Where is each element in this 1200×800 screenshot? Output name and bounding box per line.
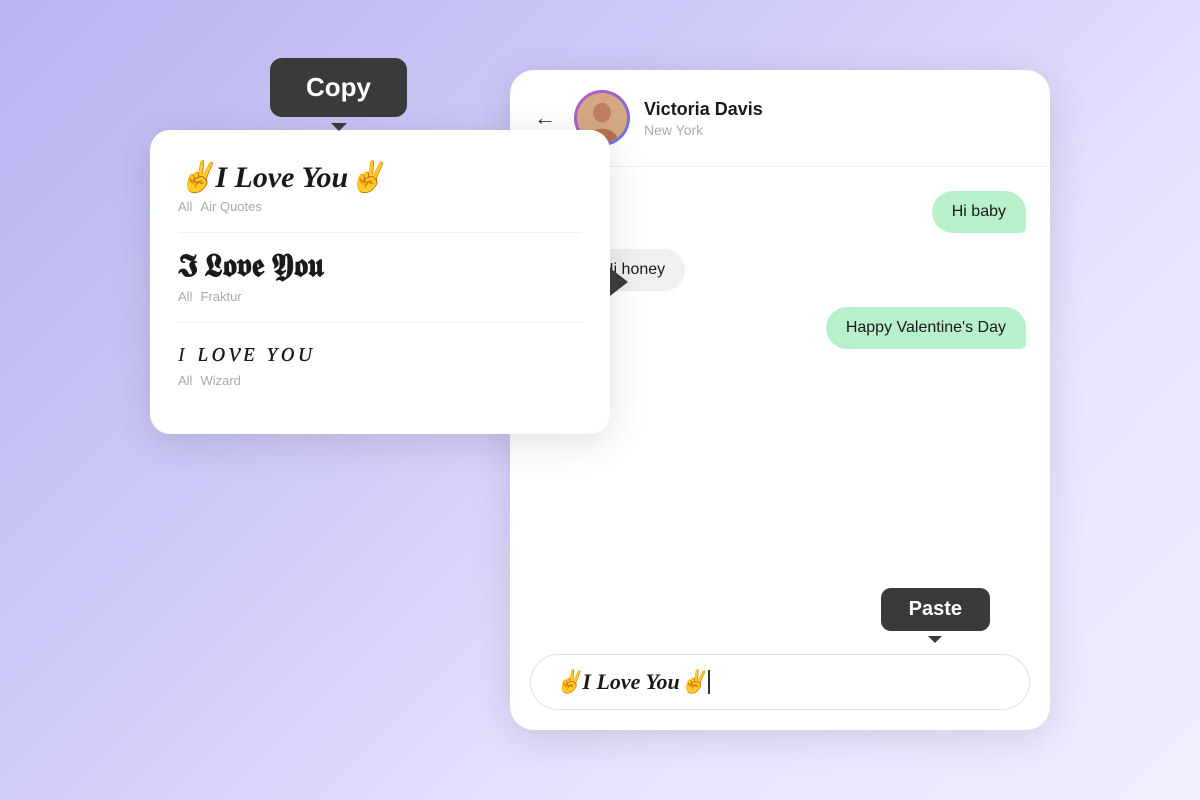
chat-input[interactable]: ✌️I Love You✌️ xyxy=(530,654,1030,710)
contact-location: New York xyxy=(644,122,1026,138)
tag-fraktur: Fraktur xyxy=(200,289,241,304)
tag-wizard: Wizard xyxy=(200,373,240,388)
contact-name: Victoria Davis xyxy=(644,99,1026,120)
divider-1 xyxy=(178,232,582,233)
input-text: ✌️I Love You✌️ xyxy=(555,669,707,695)
chat-input-area: Paste ✌️I Love You✌️ xyxy=(510,642,1050,730)
text-cursor xyxy=(708,670,710,694)
copy-tooltip[interactable]: Copy xyxy=(270,58,407,117)
font-tags-air-quotes: All Air Quotes xyxy=(178,199,582,214)
tag-all-2: All xyxy=(178,289,192,304)
font-item-air-quotes[interactable]: ✌️I Love You✌️ All Air Quotes xyxy=(178,160,582,214)
font-panel: Copy ✌️I Love You✌️ All Air Quotes 𝕴 𝕷𝖔𝖛… xyxy=(150,130,610,434)
font-tags-wizard: All Wizard xyxy=(178,373,582,388)
divider-2 xyxy=(178,322,582,323)
tag-all-3: All xyxy=(178,373,192,388)
font-item-fraktur[interactable]: 𝕴 𝕷𝖔𝖛𝖊 𝖄𝖔𝖚 All Fraktur xyxy=(178,247,582,304)
message-bubble-sent-2: Happy Valentine's Day xyxy=(826,307,1026,349)
paste-tooltip[interactable]: Paste xyxy=(881,588,990,631)
font-tags-fraktur: All Fraktur xyxy=(178,289,582,304)
font-text-fraktur: 𝕴 𝕷𝖔𝖛𝖊 𝖄𝖔𝖚 xyxy=(178,247,582,285)
tag-air-quotes: Air Quotes xyxy=(200,199,261,214)
panel-arrow-icon xyxy=(610,268,628,296)
font-item-wizard[interactable]: i ʟᴏᴠᴇ ʏᴏᴜ All Wizard xyxy=(178,337,582,388)
font-text-air-quotes: ✌️I Love You✌️ xyxy=(178,160,582,195)
back-button[interactable]: ← xyxy=(534,105,556,131)
scene: Copy ✌️I Love You✌️ All Air Quotes 𝕴 𝕷𝖔𝖛… xyxy=(150,70,1050,730)
tag-all-1: All xyxy=(178,199,192,214)
font-text-wizard: i ʟᴏᴠᴇ ʏᴏᴜ xyxy=(178,337,582,369)
contact-info: Victoria Davis New York xyxy=(644,99,1026,138)
message-text-sent-2: Happy Valentine's Day xyxy=(846,319,1006,336)
message-bubble-sent-1: Hi baby xyxy=(932,191,1026,233)
message-text-sent-1: Hi baby xyxy=(952,203,1006,220)
